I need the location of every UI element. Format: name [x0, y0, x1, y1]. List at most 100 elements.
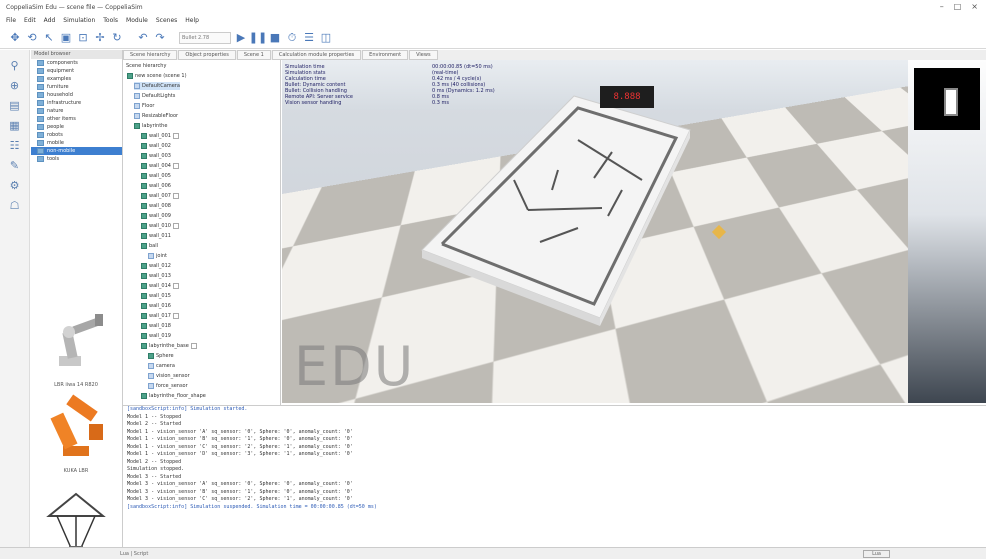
scene-tree-item[interactable]: labyrinthe_base	[141, 342, 197, 350]
vision-sensor-view[interactable]	[914, 68, 980, 130]
model-folder-item[interactable]: furniture	[31, 83, 122, 91]
redo-icon[interactable]: ↷	[153, 31, 167, 45]
scene-tree-item[interactable]: ResizableFloor	[134, 112, 178, 120]
script-icon[interactable]	[172, 283, 179, 289]
scene-tree-item[interactable]: wall_002	[141, 142, 171, 150]
model-folder-item[interactable]: components	[31, 59, 122, 67]
scene-tree-item[interactable]: wall_012	[141, 262, 171, 270]
scene-tree-item[interactable]: DefaultCamera	[134, 82, 180, 90]
minimize-button[interactable]: –	[940, 2, 944, 11]
scene-tree-item[interactable]: wall_005	[141, 172, 171, 180]
orange-robot-thumb[interactable]: KUKA LBR	[39, 394, 113, 474]
menu-tools[interactable]: Tools	[103, 17, 118, 24]
script-icon[interactable]	[190, 343, 197, 349]
model-folder-item[interactable]: tools	[31, 155, 122, 163]
model-folder-item[interactable]: infrastructure	[31, 99, 122, 107]
model-folder-item[interactable]: mobile	[31, 139, 122, 147]
scene-tree-item[interactable]: new scene (scene 1)	[127, 72, 187, 80]
menu-file[interactable]: File	[6, 17, 16, 24]
model-folder-item[interactable]: household	[31, 91, 122, 99]
scene-tree-item[interactable]: wall_003	[141, 152, 171, 160]
scene-tree-item[interactable]: force_sensor	[148, 382, 188, 390]
close-button[interactable]: ×	[971, 2, 978, 11]
script-icon[interactable]	[172, 133, 179, 139]
scene-tree-item[interactable]: wall_009	[141, 212, 171, 220]
scene-tree-item[interactable]: wall_016	[141, 302, 171, 310]
layers-icon[interactable]: ☷	[7, 138, 23, 152]
robot-arm-thumb[interactable]: LBR iiwa 14 R820	[39, 308, 113, 388]
scene-tree-item[interactable]: wall_013	[141, 272, 171, 280]
scene-tree-item[interactable]: wall_008	[141, 202, 171, 210]
script-icon[interactable]	[172, 313, 179, 319]
maximize-button[interactable]: □	[954, 2, 962, 11]
scene-tree-item[interactable]: wall_007	[141, 192, 179, 200]
tab-environment[interactable]: Environment	[362, 50, 409, 60]
menu-module[interactable]: Module	[126, 17, 148, 24]
menu-scenes[interactable]: Scenes	[156, 17, 177, 24]
model-folder-item[interactable]: robots	[31, 131, 122, 139]
stop-icon[interactable]: ■	[268, 31, 282, 45]
layers-icon[interactable]: ☰	[302, 31, 316, 45]
tab-scene-1[interactable]: Scene 1	[236, 50, 271, 60]
scene-tree-item[interactable]: wall_010	[141, 222, 179, 230]
magnifier-icon[interactable]: ⚲	[7, 58, 23, 72]
script-icon[interactable]: ✎	[7, 158, 23, 172]
fit-icon[interactable]: ⊡	[76, 31, 90, 45]
play-icon[interactable]: ▶	[234, 31, 248, 45]
scene-tree-item[interactable]: wall_018	[141, 322, 171, 330]
robot-icon[interactable]: ☖	[7, 198, 23, 212]
script-icon[interactable]	[172, 163, 179, 169]
script-language-select[interactable]: Lua	[863, 550, 890, 558]
zoom-icon[interactable]: ⊕	[7, 78, 23, 92]
scene-tree-item[interactable]: wall_004	[141, 162, 179, 170]
console-output[interactable]: [sandboxScript:info] Simulation started.…	[123, 405, 986, 545]
model-folder-item[interactable]: people	[31, 123, 122, 131]
scene-tree-item[interactable]: wall_001	[141, 132, 179, 140]
scene-tree-item[interactable]: ball	[141, 242, 158, 250]
scene-tree-item[interactable]: vision_sensor	[148, 372, 190, 380]
tab-calculation-module-properties[interactable]: Calculation module properties	[271, 50, 362, 60]
scene-tree-item[interactable]: wall_011	[141, 232, 171, 240]
model-folder-item[interactable]: other items	[31, 115, 122, 123]
realtime-icon[interactable]: ⏱	[285, 31, 299, 45]
scene-tree-item[interactable]: Sphere	[148, 352, 174, 360]
scene-tree-item[interactable]: wall_014	[141, 282, 179, 290]
settings-icon[interactable]: ⚙	[7, 178, 23, 192]
model-folder-item[interactable]: non-mobile	[31, 147, 122, 155]
object-move-icon[interactable]: ✢	[93, 31, 107, 45]
menu-edit[interactable]: Edit	[24, 17, 36, 24]
tab-scene-hierarchy[interactable]: Scene hierarchy	[123, 50, 178, 60]
model-folder-item[interactable]: examples	[31, 75, 122, 83]
script-icon[interactable]	[172, 193, 179, 199]
move-icon[interactable]: ✥	[8, 31, 22, 45]
scene-tree-item[interactable]: DefaultLights	[134, 92, 175, 100]
physics-engine-select[interactable]: Bullet 2.78	[179, 31, 231, 44]
script-icon[interactable]	[172, 223, 179, 229]
scene-icon[interactable]: ◫	[319, 31, 333, 45]
scene-tree-item[interactable]: labyrinthe	[134, 122, 167, 130]
scene-tree-item[interactable]: joint	[148, 252, 167, 260]
scene-tree-item[interactable]: camera	[148, 362, 175, 370]
menu-help[interactable]: Help	[185, 17, 199, 24]
scene-tree-item[interactable]: Floor	[134, 102, 154, 110]
camera-icon[interactable]: ▣	[59, 31, 73, 45]
grid-icon[interactable]: ▦	[7, 118, 23, 132]
scene-tree-item[interactable]: wall_017	[141, 312, 179, 320]
model-folder-item[interactable]: nature	[31, 107, 122, 115]
object-rotate-icon[interactable]: ↻	[110, 31, 124, 45]
scene-tree-item[interactable]: labyrinthe_floor_shape	[141, 392, 206, 400]
menu-simulation[interactable]: Simulation	[63, 17, 95, 24]
rotate-icon[interactable]: ⟲	[25, 31, 39, 45]
model-folder-item[interactable]: equipment	[31, 67, 122, 75]
menu-add[interactable]: Add	[44, 17, 56, 24]
tab-object-properties[interactable]: Object properties	[178, 50, 236, 60]
scene-icon[interactable]: ▤	[7, 98, 23, 112]
undo-icon[interactable]: ↶	[136, 31, 150, 45]
scene-tree-item[interactable]: wall_006	[141, 182, 171, 190]
scene-tree-item[interactable]: wall_019	[141, 332, 171, 340]
select-icon[interactable]: ↖	[42, 31, 56, 45]
scene-tree-item[interactable]: wall_015	[141, 292, 171, 300]
tab-views[interactable]: Views	[409, 50, 438, 60]
pause-icon[interactable]: ❚❚	[249, 31, 267, 45]
scene-viewport[interactable]: 8.888 Simulation time Simulation stats Cal…	[282, 60, 986, 403]
